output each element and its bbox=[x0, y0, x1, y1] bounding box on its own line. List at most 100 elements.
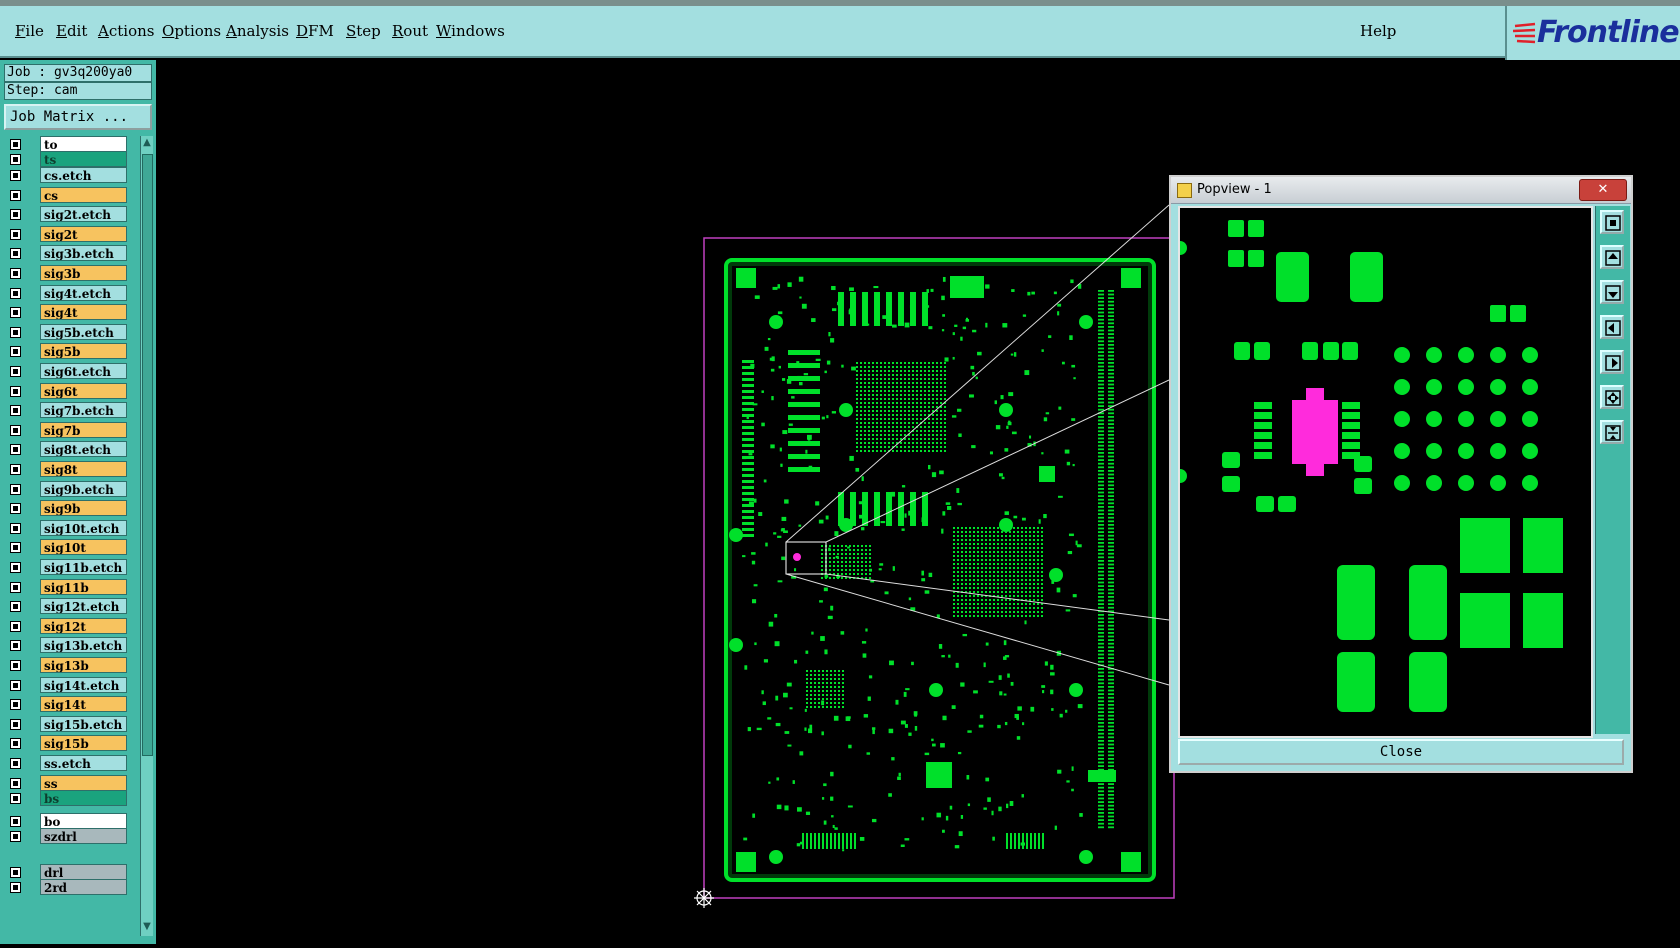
layer-checkbox[interactable] bbox=[10, 830, 21, 842]
layer-checkbox[interactable] bbox=[10, 346, 21, 358]
layer-row[interactable]: sig11b bbox=[4, 578, 130, 596]
layer-row[interactable]: sig7b.etch bbox=[4, 402, 130, 419]
layer-checkbox[interactable] bbox=[10, 542, 21, 554]
pan-up-icon[interactable] bbox=[1600, 245, 1624, 269]
zoom-fit-icon[interactable] bbox=[1600, 210, 1624, 234]
pan-down-icon[interactable] bbox=[1600, 280, 1624, 304]
menu-step[interactable]: Step bbox=[346, 22, 381, 40]
layer-row[interactable]: sig5b bbox=[4, 343, 130, 360]
layer-checkbox[interactable] bbox=[10, 228, 21, 240]
layer-checkbox[interactable] bbox=[10, 793, 21, 805]
layer-row[interactable]: sig13b.etch bbox=[4, 637, 130, 654]
pan-right-icon[interactable] bbox=[1600, 350, 1624, 374]
layer-checkbox[interactable] bbox=[10, 464, 21, 475]
layer-row[interactable]: sig5b.etch bbox=[4, 323, 130, 341]
menu-rout[interactable]: Rout bbox=[392, 22, 428, 40]
layer-row[interactable]: 2rd bbox=[4, 878, 130, 896]
layer-checkbox[interactable] bbox=[10, 718, 21, 730]
layer-checkbox[interactable] bbox=[10, 758, 21, 769]
layer-row[interactable]: sig6t bbox=[4, 382, 130, 400]
scrollbar-thumb[interactable] bbox=[142, 154, 153, 756]
layer-row[interactable]: sig10t bbox=[4, 539, 130, 556]
layer-checkbox[interactable] bbox=[10, 640, 21, 652]
scroll-down-icon[interactable]: ▼ bbox=[142, 920, 152, 934]
job-matrix-button[interactable]: Job Matrix ... bbox=[4, 104, 152, 130]
layer-row[interactable]: sig15b bbox=[4, 735, 130, 752]
menu-file[interactable]: File bbox=[15, 22, 44, 40]
layer-checkbox[interactable] bbox=[10, 287, 21, 299]
layer-checkbox[interactable] bbox=[10, 601, 21, 613]
layer-row[interactable]: sig14t.etch bbox=[4, 676, 130, 694]
layer-checkbox[interactable] bbox=[10, 699, 21, 711]
layer-checkbox[interactable] bbox=[10, 738, 21, 750]
layer-row[interactable]: sig8t.etch bbox=[4, 441, 130, 458]
layer-row[interactable]: cs bbox=[4, 186, 130, 204]
layer-row[interactable]: sig13b bbox=[4, 657, 130, 674]
layer-row[interactable]: sig2t bbox=[4, 225, 130, 243]
layer-row[interactable]: sig6t.etch bbox=[4, 363, 130, 380]
popview-zoomed-view[interactable] bbox=[1178, 206, 1593, 738]
layer-checkbox[interactable] bbox=[10, 444, 21, 456]
layer-row[interactable]: bs bbox=[4, 790, 130, 807]
menu-edit[interactable]: Edit bbox=[56, 22, 87, 40]
layer-checkbox[interactable] bbox=[10, 170, 21, 181]
layer-row[interactable]: sig11b.etch bbox=[4, 559, 130, 576]
layer-row[interactable]: sig14t bbox=[4, 696, 130, 713]
layer-row[interactable]: sig8t bbox=[4, 461, 130, 478]
layer-checkbox[interactable] bbox=[10, 522, 21, 534]
layer-checkbox[interactable] bbox=[10, 307, 21, 319]
layer-row[interactable]: ss bbox=[4, 774, 130, 792]
layer-row[interactable]: sig2t.etch bbox=[4, 206, 130, 223]
layer-checkbox[interactable] bbox=[10, 366, 21, 377]
popview-window[interactable]: Popview - 1 ✕ Close bbox=[1169, 175, 1633, 773]
layer-checkbox[interactable] bbox=[10, 777, 21, 789]
layer-checkbox[interactable] bbox=[10, 483, 21, 495]
popview-close-button[interactable]: Close bbox=[1178, 739, 1624, 765]
layer-checkbox[interactable] bbox=[10, 248, 21, 260]
layer-checkbox[interactable] bbox=[10, 209, 21, 221]
menu-analysis[interactable]: Analysis bbox=[226, 22, 289, 40]
menu-actions[interactable]: Actions bbox=[98, 22, 154, 40]
layer-row[interactable]: cs.etch bbox=[4, 167, 130, 184]
zoom-out-icon[interactable] bbox=[1600, 420, 1624, 444]
popview-titlebar[interactable]: Popview - 1 ✕ bbox=[1171, 177, 1631, 204]
layer-checkbox[interactable] bbox=[10, 405, 21, 417]
layer-row[interactable]: sig15b.etch bbox=[4, 715, 130, 733]
layer-checkbox[interactable] bbox=[10, 881, 21, 893]
help-menu[interactable]: Help bbox=[1360, 22, 1396, 40]
layer-row[interactable]: sig12t.etch bbox=[4, 598, 130, 615]
layer-checkbox[interactable] bbox=[10, 815, 21, 827]
window-close-icon[interactable]: ✕ bbox=[1579, 179, 1627, 201]
layer-row[interactable]: sig4t bbox=[4, 304, 130, 321]
zoomed-pcb-view[interactable] bbox=[1180, 208, 1591, 736]
layer-row[interactable]: sig4t.etch bbox=[4, 284, 130, 302]
layer-row[interactable]: sig9b.etch bbox=[4, 480, 130, 498]
layer-row[interactable]: szdrl bbox=[4, 827, 130, 845]
layer-checkbox[interactable] bbox=[10, 424, 21, 436]
layer-row[interactable]: ss.etch bbox=[4, 755, 130, 772]
menu-dfm[interactable]: DFM bbox=[296, 22, 334, 40]
layer-row[interactable]: sig3b.etch bbox=[4, 245, 130, 262]
layer-row[interactable]: sig10t.etch bbox=[4, 519, 130, 537]
layer-checkbox[interactable] bbox=[10, 154, 21, 165]
layer-checkbox[interactable] bbox=[10, 679, 21, 691]
layer-row[interactable]: ts bbox=[4, 151, 130, 168]
layer-checkbox[interactable] bbox=[10, 581, 21, 593]
layer-row[interactable]: sig3b bbox=[4, 265, 130, 282]
layer-checkbox[interactable] bbox=[10, 562, 21, 573]
menu-options[interactable]: Options bbox=[162, 22, 221, 40]
layer-checkbox[interactable] bbox=[10, 139, 21, 150]
pan-left-icon[interactable] bbox=[1600, 315, 1624, 339]
layer-checkbox[interactable] bbox=[10, 866, 21, 878]
menu-windows[interactable]: Windows bbox=[436, 22, 505, 40]
layer-row[interactable]: sig12t bbox=[4, 617, 130, 635]
scroll-up-icon[interactable]: ▲ bbox=[142, 136, 152, 150]
layer-checkbox[interactable] bbox=[10, 268, 21, 279]
layer-checkbox[interactable] bbox=[10, 620, 21, 632]
layer-checkbox[interactable] bbox=[10, 385, 21, 397]
zoom-in-icon[interactable] bbox=[1600, 385, 1624, 409]
layer-row[interactable]: sig9b bbox=[4, 500, 130, 517]
layer-checkbox[interactable] bbox=[10, 503, 21, 515]
layer-checkbox[interactable] bbox=[10, 660, 21, 671]
layer-row[interactable]: sig7b bbox=[4, 421, 130, 439]
